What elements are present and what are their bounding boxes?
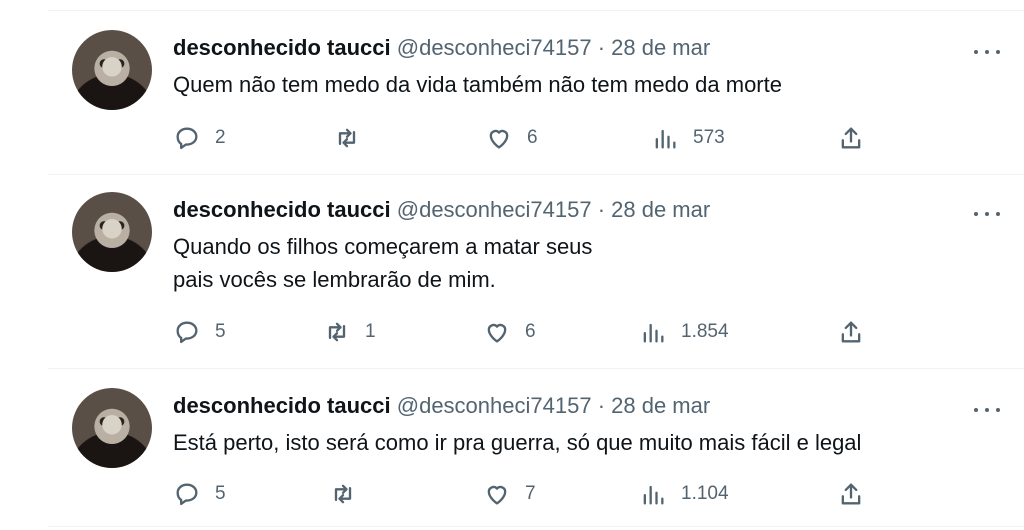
share-upload-icon — [837, 480, 865, 508]
like-button[interactable]: 6 — [485, 124, 538, 152]
tweet-text-line: pais vocês se lembrarão de mim. — [173, 267, 496, 292]
tweet-header: desconhecido taucci @desconheci74157 · 2… — [173, 196, 710, 224]
tweet-actions: 2 6 573 — [173, 124, 893, 154]
view-count: 1.854 — [681, 321, 729, 342]
heart-icon — [485, 124, 513, 152]
tweet[interactable]: desconhecido taucci @desconheci74157 · 2… — [48, 30, 1024, 170]
separator: · — [597, 197, 606, 222]
author-name[interactable]: desconhecido taucci — [173, 35, 391, 60]
tweet-date[interactable]: 28 de mar — [611, 393, 710, 418]
reply-button[interactable]: 2 — [173, 124, 226, 152]
reply-count: 2 — [215, 127, 226, 148]
avatar[interactable] — [72, 388, 152, 468]
retweet-arrows-icon — [323, 318, 351, 346]
more-options-button[interactable] — [974, 46, 1000, 58]
speech-bubble-icon — [173, 480, 201, 508]
divider — [48, 174, 1024, 175]
retweet-arrows-icon — [329, 480, 357, 508]
tweet-date[interactable]: 28 de mar — [611, 35, 710, 60]
author-name[interactable]: desconhecido taucci — [173, 197, 391, 222]
reply-button[interactable]: 5 — [173, 480, 226, 508]
tweet-date[interactable]: 28 de mar — [611, 197, 710, 222]
author-handle[interactable]: @desconheci74157 — [397, 197, 592, 222]
speech-bubble-icon — [173, 318, 201, 346]
retweet-button[interactable]: 1 — [323, 318, 376, 346]
separator: · — [597, 35, 606, 60]
retweet-arrows-icon — [333, 124, 361, 152]
like-button[interactable]: 6 — [483, 318, 536, 346]
retweet-count: 1 — [365, 321, 376, 342]
like-count: 6 — [525, 321, 536, 342]
tweet-header: desconhecido taucci @desconheci74157 · 2… — [173, 392, 710, 420]
retweet-button[interactable] — [333, 124, 375, 152]
view-count: 1.104 — [681, 483, 729, 504]
reply-count: 5 — [215, 483, 226, 504]
tweet[interactable]: desconhecido taucci @desconheci74157 · 2… — [48, 388, 1024, 520]
share-button[interactable] — [837, 480, 865, 508]
tweet-text-line: Quem não tem medo da vida também não tem… — [173, 72, 782, 97]
like-button[interactable]: 7 — [483, 480, 536, 508]
heart-icon — [483, 318, 511, 346]
tweet[interactable]: desconhecido taucci @desconheci74157 · 2… — [48, 192, 1024, 362]
bar-chart-icon — [651, 124, 679, 152]
retweet-button[interactable] — [329, 480, 371, 508]
speech-bubble-icon — [173, 124, 201, 152]
share-button[interactable] — [837, 124, 865, 152]
view-count: 573 — [693, 127, 725, 148]
bar-chart-icon — [639, 318, 667, 346]
reply-count: 5 — [215, 321, 226, 342]
more-options-button[interactable] — [974, 404, 1000, 416]
share-upload-icon — [837, 318, 865, 346]
avatar[interactable] — [72, 192, 152, 272]
views-button[interactable]: 573 — [651, 124, 725, 152]
bar-chart-icon — [639, 480, 667, 508]
views-button[interactable]: 1.854 — [639, 318, 729, 346]
tweet-text-line: Está perto, isto será como ir pra guerra… — [173, 430, 862, 455]
author-handle[interactable]: @desconheci74157 — [397, 35, 592, 60]
divider — [48, 526, 1024, 527]
tweet-header: desconhecido taucci @desconheci74157 · 2… — [173, 34, 710, 62]
divider — [48, 10, 1024, 11]
reply-button[interactable]: 5 — [173, 318, 226, 346]
share-button[interactable] — [837, 318, 865, 346]
separator: · — [597, 393, 606, 418]
avatar[interactable] — [72, 30, 152, 110]
tweet-text: Quando os filhos começarem a matar seus … — [173, 230, 592, 296]
like-count: 7 — [525, 483, 536, 504]
views-button[interactable]: 1.104 — [639, 480, 729, 508]
divider — [48, 368, 1024, 369]
tweet-actions: 5 7 1.104 — [173, 480, 893, 510]
tweet-actions: 5 1 6 1.854 — [173, 318, 893, 348]
author-handle[interactable]: @desconheci74157 — [397, 393, 592, 418]
like-count: 6 — [527, 127, 538, 148]
tweet-text-line: Quando os filhos começarem a matar seus — [173, 234, 593, 259]
more-options-button[interactable] — [974, 208, 1000, 220]
share-upload-icon — [837, 124, 865, 152]
tweet-text: Está perto, isto será como ir pra guerra… — [173, 426, 861, 459]
tweet-text: Quem não tem medo da vida também não tem… — [173, 68, 782, 101]
heart-icon — [483, 480, 511, 508]
author-name[interactable]: desconhecido taucci — [173, 393, 391, 418]
